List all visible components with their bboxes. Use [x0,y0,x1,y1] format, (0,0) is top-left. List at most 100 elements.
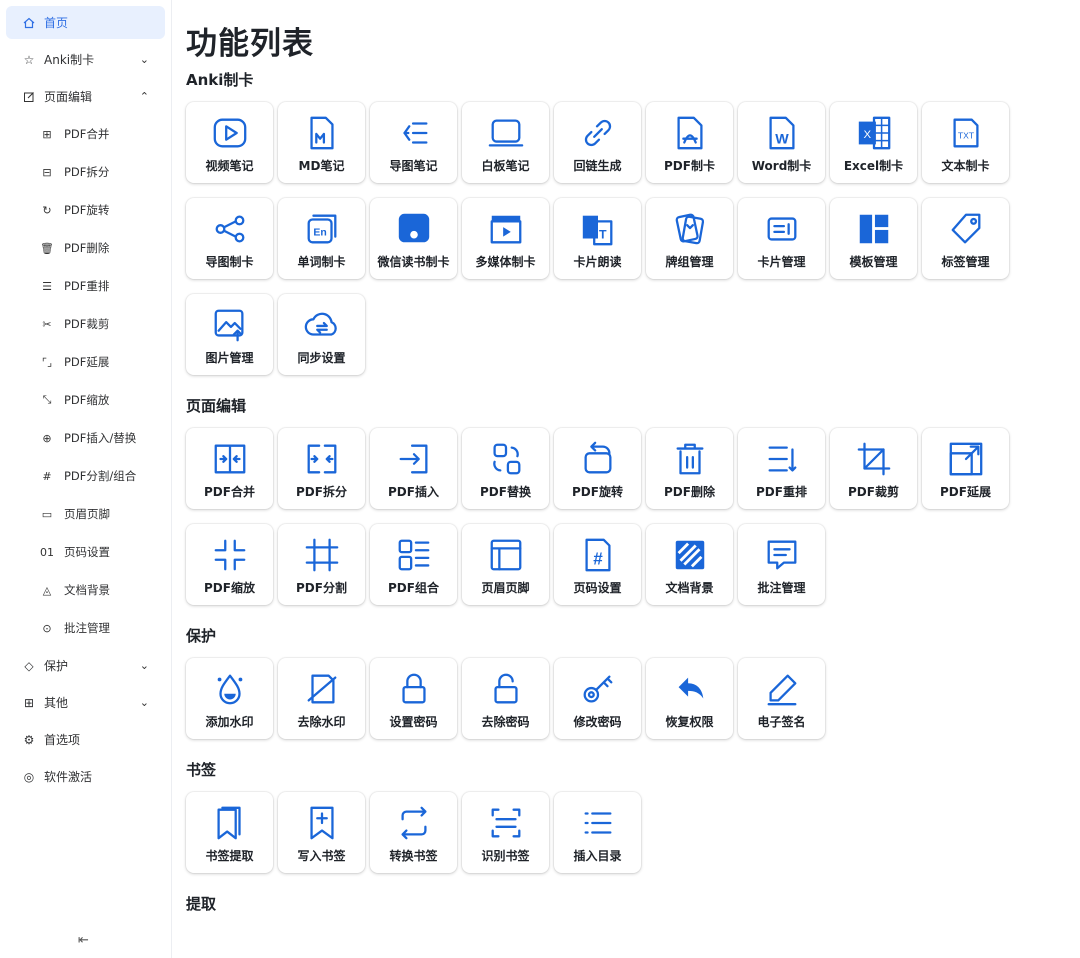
feature-tile[interactable]: 卡片管理 [738,198,825,279]
feature-tile-label: 添加水印 [205,715,254,729]
feature-tile[interactable]: 插入目录 [554,792,641,873]
feature-tile-label: PDF延展 [940,485,991,499]
feature-tile-label: 视频笔记 [205,159,254,173]
feature-tile-label: 文本制卡 [941,159,990,173]
feature-tile[interactable]: 视频笔记 [186,102,273,183]
feature-tile[interactable]: 添加水印 [186,658,273,739]
feature-tile[interactable]: 同步设置 [278,294,365,375]
feature-tile[interactable]: PDF替换 [462,428,549,509]
sidebar-item-label: 页面编辑 [44,90,93,104]
feature-tile[interactable]: PDF延展 [922,428,1009,509]
feature-tile[interactable]: 设置密码 [370,658,457,739]
feature-icon [577,802,619,844]
feature-tile[interactable]: 书签提取 [186,792,273,873]
sidebar-subitem-7[interactable]: ⤡ PDF缩放 [0,381,171,419]
feature-tile[interactable]: 标签管理 [922,198,1009,279]
feature-tile[interactable]: 导图制卡 [186,198,273,279]
sidebar-subitem-4[interactable]: ☰ PDF重排 [0,267,171,305]
feature-tile[interactable]: X Excel制卡 [830,102,917,183]
feature-tile-label: PDF拆分 [296,485,347,499]
sidebar-subitem-2[interactable]: ↻ PDF旋转 [0,191,171,229]
feature-tile[interactable]: 回链生成 [554,102,641,183]
feature-tile[interactable]: PDF拆分 [278,428,365,509]
feature-tile[interactable]: 去除密码 [462,658,549,739]
sidebar-subitem-11[interactable]: 01 页码设置 [0,533,171,571]
feature-tile[interactable]: 图片管理 [186,294,273,375]
feature-tile[interactable]: 恢复权限 [646,658,733,739]
chevron-down-icon: ⌄ [139,53,149,66]
feature-tile-label: 修改密码 [573,715,622,729]
feature-tile[interactable]: T 卡片朗读 [554,198,641,279]
feature-tile[interactable]: PDF删除 [646,428,733,509]
feature-tile[interactable]: PDF合并 [186,428,273,509]
section-title: Anki制卡 [186,71,254,89]
feature-tile[interactable]: 导图笔记 [370,102,457,183]
feature-tile[interactable]: 多媒体制卡 [462,198,549,279]
feature-tile[interactable]: En 单词制卡 [278,198,365,279]
sidebar-item-bottom-2[interactable]: ⚙ 首选项 [6,721,165,758]
chevron-up-icon: ⌃ [139,90,149,103]
sidebar-subitem-0[interactable]: ⊞ PDF合并 [0,115,171,153]
feature-icon [669,534,711,576]
feature-tile-label: 文档背景 [665,581,714,595]
feature-tile[interactable]: MD笔记 [278,102,365,183]
feature-tile[interactable]: 微信读书制卡 [370,198,457,279]
sidebar-item-bottom-1[interactable]: ⊞ 其他 ⌄ [6,684,165,721]
feature-tile[interactable]: PDF裁剪 [830,428,917,509]
feature-icon [209,534,251,576]
collapse-sidebar-icon[interactable]: ⇤ [78,933,89,948]
feature-tile-label: 书签提取 [205,849,254,863]
feature-tile-label: 模板管理 [849,255,898,269]
feature-tile[interactable]: 转换书签 [370,792,457,873]
sidebar-subitem-3[interactable]: 🗑 PDF删除 [0,229,171,267]
feature-tile[interactable]: 模板管理 [830,198,917,279]
feature-tile[interactable]: PDF分割 [278,524,365,605]
sidebar-subitem-9[interactable]: # PDF分割/组合 [0,457,171,495]
feature-tile[interactable]: 文档背景 [646,524,733,605]
feature-tile[interactable]: 识别书签 [462,792,549,873]
feature-tile[interactable]: 去除水印 [278,658,365,739]
feature-icon [485,802,527,844]
feature-icon [209,802,251,844]
feature-tile[interactable]: 批注管理 [738,524,825,605]
sidebar-subitem-6[interactable]: ⌜⌟ PDF延展 [0,343,171,381]
feature-tile[interactable]: PDF制卡 [646,102,733,183]
feature-tile[interactable]: 电子签名 [738,658,825,739]
feature-tile[interactable]: TXT 文本制卡 [922,102,1009,183]
feature-tile-label: PDF插入 [388,485,439,499]
feature-icon [393,802,435,844]
sidebar-subitem-10[interactable]: ▭ 页眉页脚 [0,495,171,533]
sidebar-item-anki[interactable]: ☆ Anki制卡 ⌄ [6,41,165,78]
sidebar-item-page-edit[interactable]: 页面编辑 ⌃ [6,78,165,115]
sidebar-item-bottom-3[interactable]: ◎ 软件激活 [6,758,165,795]
sidebar-item-label: 软件激活 [44,770,93,784]
feature-icon [301,304,343,346]
sidebar-item-home[interactable]: 首页 [6,6,165,39]
sidebar-subitem-5[interactable]: ✂ PDF裁剪 [0,305,171,343]
feature-tile[interactable]: 牌组管理 [646,198,733,279]
feature-tile[interactable]: PDF插入 [370,428,457,509]
sidebar-item-bottom-0[interactable]: ◇ 保护 ⌄ [6,647,165,684]
feature-tile[interactable]: 写入书签 [278,792,365,873]
svg-text:En: En [313,228,326,239]
feature-tile[interactable]: PDF缩放 [186,524,273,605]
feature-tile[interactable]: W Word制卡 [738,102,825,183]
feature-tile[interactable]: PDF组合 [370,524,457,605]
sidebar-subitem-8[interactable]: ⊕ PDF插入/替换 [0,419,171,457]
feature-tile[interactable]: 白板笔记 [462,102,549,183]
feature-icon: # [577,534,619,576]
chevron-down-icon: ⌄ [139,696,149,709]
feature-tile-label: PDF替换 [480,485,531,499]
feature-tile[interactable]: 页眉页脚 [462,524,549,605]
feature-tile[interactable]: 修改密码 [554,658,641,739]
feature-tile[interactable]: PDF旋转 [554,428,641,509]
feature-tile[interactable]: # 页码设置 [554,524,641,605]
sidebar-subitem-12[interactable]: ◬ 文档背景 [0,571,171,609]
sidebar-subitem-13[interactable]: ⊙ 批注管理 [0,609,171,647]
feature-icon [485,534,527,576]
sidebar-subitem-1[interactable]: ⊟ PDF拆分 [0,153,171,191]
feature-icon [853,208,895,250]
feature-tile[interactable]: PDF重排 [738,428,825,509]
feature-tile-label: 页码设置 [573,581,622,595]
feature-tile-label: PDF制卡 [664,159,715,173]
